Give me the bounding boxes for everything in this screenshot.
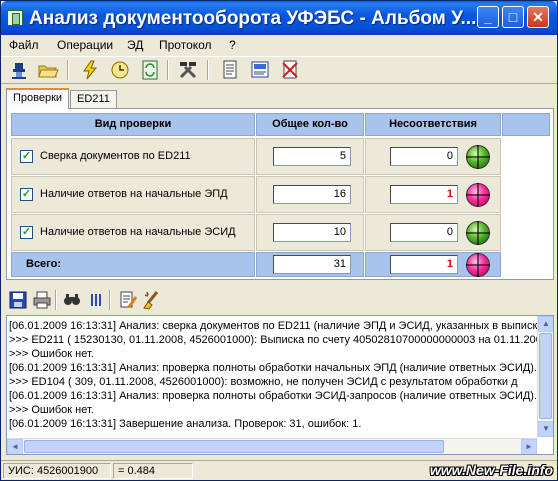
scroll-down-icon[interactable]: ▼ [538,421,553,437]
status-lamp-icon [466,183,490,207]
log-line: >>> Ошибок нет. [9,348,94,360]
check-label: Наличие ответов на начальные ЭСИД [40,226,236,238]
print-icon[interactable] [31,289,53,311]
scroll-thumb[interactable] [539,333,552,419]
log-line: [06.01.2009 16:13:31] Анализ: проверка п… [9,362,537,374]
log-line: >>> ED211 ( 15230130, 01.11.2008, 452600… [9,334,542,346]
watermark: www.New-File.info [429,462,553,478]
close-button[interactable]: ✕ [527,6,549,28]
edit-document-icon[interactable] [117,289,139,311]
scroll-left-icon[interactable]: ◄ [7,439,23,454]
clear-log-icon[interactable] [141,289,163,311]
log-toolbar [1,287,557,313]
tools-icon[interactable] [177,59,199,81]
checks-grid: Вид проверки Общее кол-во Несоответствия… [11,113,550,277]
checks-panel: Вид проверки Общее кол-во Несоответствия… [6,108,554,280]
summary-row: Всего: 31 1 [11,252,550,277]
scroll-right-icon[interactable]: ► [521,439,537,454]
status-bar: УИС: 4526001900 = 0.484 www.New-File.inf… [1,460,557,480]
scroll-thumb[interactable] [24,440,444,453]
tab-checks[interactable]: Проверки [6,88,70,109]
main-toolbar [1,56,557,84]
mismatch-count-field[interactable]: 0 [390,147,458,166]
clock-icon[interactable] [109,59,131,81]
log-line: >>> Ошибок нет. [9,404,94,416]
open-folder-icon[interactable] [37,59,59,81]
tab-strip: Проверки ED211 [1,88,557,109]
total-sum-field[interactable]: 31 [273,255,351,274]
check-checkbox[interactable]: ✓ [20,188,33,201]
log-line: [06.01.2009 16:13:31] Завершение анализа… [9,418,362,430]
check-checkbox[interactable]: ✓ [20,150,33,163]
document-icon[interactable] [219,59,241,81]
report-icon[interactable] [249,59,271,81]
column-header-mismatches[interactable]: Несоответствия [365,113,501,136]
check-checkbox[interactable]: ✓ [20,226,33,239]
total-mismatch-field[interactable]: 1 [390,255,458,274]
refresh-icon[interactable] [139,59,161,81]
menu-operations[interactable]: Операции [57,38,113,52]
save-icon[interactable] [7,289,29,311]
log-textarea[interactable]: [06.01.2009 16:13:31] Анализ: сверка док… [6,315,554,455]
minimize-button[interactable]: _ [477,6,499,28]
table-row: ✓ Наличие ответов на начальные ЭСИД 10 0 [11,214,550,251]
status-value: = 0.484 [113,463,193,479]
window-title: Анализ документооборота УФЭБС - Альбом У… [29,8,477,29]
summary-label: Всего: [26,258,61,270]
check-label: Наличие ответов на начальные ЭПД [40,188,228,200]
list-icon[interactable] [85,289,107,311]
find-icon[interactable] [61,289,83,311]
menu-ed[interactable]: ЭД [127,38,143,52]
menu-protocol[interactable]: Протокол [159,38,212,52]
app-window: Анализ документооборота УФЭБС - Альбом У… [0,0,558,481]
log-vertical-scrollbar[interactable]: ▲ ▼ [537,316,553,437]
scroll-up-icon[interactable]: ▲ [538,316,553,332]
menu-help[interactable]: ? [229,38,236,52]
maximize-button[interactable]: □ [502,6,524,28]
menu-bar: Файл Операции ЭД Протокол ? [1,35,557,55]
table-row: ✓ Сверка документов по ED211 5 0 [11,138,550,175]
status-lamp-icon [466,221,490,245]
check-label: Сверка документов по ED211 [40,150,191,162]
log-horizontal-scrollbar[interactable]: ◄ ► [7,438,537,454]
column-header-check-type[interactable]: Вид проверки [11,113,255,136]
log-line: [06.01.2009 16:13:31] Анализ: сверка док… [9,320,544,332]
log-line: [06.01.2009 16:13:31] Анализ: проверка п… [9,390,538,402]
total-count-field[interactable]: 16 [273,185,351,204]
app-icon [7,10,23,26]
mismatch-count-field[interactable]: 1 [390,185,458,204]
db-connect-icon[interactable] [9,59,31,81]
total-count-field[interactable]: 10 [273,223,351,242]
mismatch-count-field[interactable]: 0 [390,223,458,242]
menu-file[interactable]: Файл [9,38,39,52]
status-lamp-icon [466,253,490,277]
table-row: ✓ Наличие ответов на начальные ЭПД 16 1 [11,176,550,213]
status-uis: УИС: 4526001900 [3,463,111,479]
status-lamp-icon [466,145,490,169]
delete-document-icon[interactable] [279,59,301,81]
title-bar[interactable]: Анализ документооборота УФЭБС - Альбом У… [1,1,557,35]
column-header-status [502,113,550,136]
column-header-total[interactable]: Общее кол-во [256,113,364,136]
log-line: >>> ED104 ( 309, 01.11.2008, 4526001000)… [9,376,518,388]
tab-ed211[interactable]: ED211 [70,90,117,108]
lightning-icon[interactable] [79,59,101,81]
total-count-field[interactable]: 5 [273,147,351,166]
